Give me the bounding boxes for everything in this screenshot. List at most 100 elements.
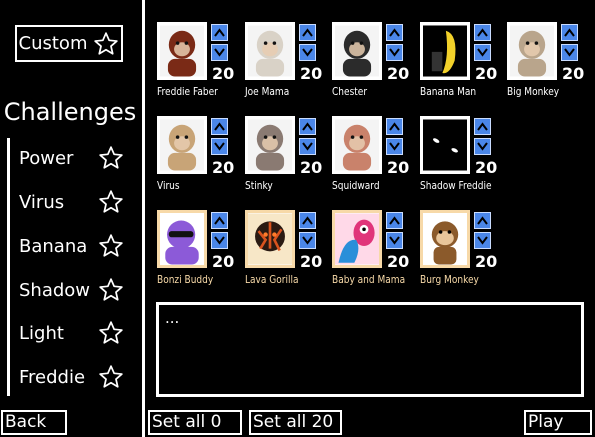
set-all-0-button[interactable]: Set all 0 bbox=[148, 410, 242, 435]
character-name: Virus bbox=[157, 179, 180, 192]
character-tile[interactable]: 20 Bonzi Buddy bbox=[157, 210, 247, 300]
character-tile[interactable]: 20 Squidward bbox=[332, 116, 422, 206]
character-name: Burg Monkey bbox=[420, 273, 479, 286]
level-down-arrow-icon[interactable] bbox=[211, 232, 228, 249]
character-name: Stinky bbox=[245, 179, 273, 192]
character-tile[interactable]: 20 Burg Monkey bbox=[420, 210, 510, 300]
level-up-arrow-icon[interactable] bbox=[386, 118, 403, 135]
ai-level: 20 bbox=[387, 158, 410, 177]
star-icon bbox=[93, 31, 119, 57]
ai-level: 20 bbox=[212, 64, 235, 83]
character-tile[interactable]: 20 Baby and Mama bbox=[332, 210, 422, 300]
ai-level: 20 bbox=[475, 64, 498, 83]
character-name: Big Monkey bbox=[507, 85, 560, 98]
banana-costume-portrait-icon[interactable] bbox=[420, 22, 470, 80]
back-button[interactable]: Back bbox=[1, 410, 67, 435]
ai-level: 20 bbox=[387, 252, 410, 271]
chimp-suit-portrait-icon[interactable] bbox=[332, 22, 382, 80]
challenge-banana[interactable]: Banana bbox=[19, 231, 124, 261]
level-up-arrow-icon[interactable] bbox=[211, 24, 228, 41]
macaque-portrait-icon[interactable] bbox=[507, 22, 557, 80]
ai-level: 20 bbox=[300, 252, 323, 271]
character-tile[interactable]: 20 Stinky bbox=[245, 116, 335, 206]
star-icon[interactable] bbox=[98, 364, 124, 390]
challenge-label: Freddie bbox=[19, 366, 86, 388]
description-box: ... bbox=[156, 302, 584, 397]
character-tile[interactable]: 20 Chester bbox=[332, 22, 422, 112]
level-down-arrow-icon[interactable] bbox=[561, 44, 578, 61]
character-name: Baby and Mama bbox=[332, 273, 406, 286]
level-down-arrow-icon[interactable] bbox=[299, 232, 316, 249]
challenge-shadow[interactable]: Shadow bbox=[19, 275, 124, 305]
level-up-arrow-icon[interactable] bbox=[561, 24, 578, 41]
character-tile[interactable]: 20 Virus bbox=[157, 116, 247, 206]
ape-face-portrait-icon[interactable] bbox=[245, 116, 295, 174]
character-tile[interactable]: 20 Joe Mama bbox=[245, 22, 335, 112]
level-down-arrow-icon[interactable] bbox=[474, 44, 491, 61]
level-down-arrow-icon[interactable] bbox=[211, 138, 228, 155]
level-up-arrow-icon[interactable] bbox=[386, 24, 403, 41]
ai-level: 20 bbox=[300, 158, 323, 177]
level-down-arrow-icon[interactable] bbox=[386, 44, 403, 61]
challenges-divider bbox=[7, 138, 10, 396]
proboscis-monkey-portrait-icon[interactable] bbox=[332, 116, 382, 174]
set-all-20-button[interactable]: Set all 20 bbox=[249, 410, 342, 435]
character-tile[interactable]: 20 Big Monkey bbox=[507, 22, 595, 112]
challenge-freddie[interactable]: Freddie bbox=[19, 362, 124, 392]
purple-gorilla-portrait-icon[interactable] bbox=[157, 210, 207, 268]
star-icon[interactable] bbox=[98, 233, 124, 259]
level-up-arrow-icon[interactable] bbox=[211, 212, 228, 229]
character-name: Joe Mama bbox=[245, 85, 290, 98]
mandrill-portrait-icon[interactable] bbox=[245, 22, 295, 80]
level-up-arrow-icon[interactable] bbox=[299, 212, 316, 229]
ai-level: 20 bbox=[387, 64, 410, 83]
level-down-arrow-icon[interactable] bbox=[211, 44, 228, 61]
ai-level: 20 bbox=[475, 252, 498, 271]
ai-level: 20 bbox=[212, 252, 235, 271]
star-icon[interactable] bbox=[98, 277, 124, 303]
macaque-sitting-portrait-icon[interactable] bbox=[157, 116, 207, 174]
level-up-arrow-icon[interactable] bbox=[299, 24, 316, 41]
challenge-label: Power bbox=[19, 147, 74, 169]
cartoon-monkey-portrait-icon[interactable] bbox=[420, 210, 470, 268]
character-name: Squidward bbox=[332, 179, 380, 192]
play-button[interactable]: Play bbox=[524, 410, 592, 435]
level-down-arrow-icon[interactable] bbox=[386, 138, 403, 155]
ai-level: 20 bbox=[212, 158, 235, 177]
character-name: Banana Man bbox=[420, 85, 477, 98]
lava-gorilla-portrait-icon[interactable] bbox=[245, 210, 295, 268]
character-tile[interactable]: 20 Banana Man bbox=[420, 22, 510, 112]
star-icon[interactable] bbox=[98, 320, 124, 346]
character-name: Bonzi Buddy bbox=[157, 273, 214, 286]
challenge-virus[interactable]: Virus bbox=[19, 187, 124, 217]
challenges-title: Challenges bbox=[3, 98, 137, 126]
challenge-light[interactable]: Light bbox=[19, 318, 124, 348]
shadow-eyes-portrait-icon[interactable] bbox=[420, 116, 470, 174]
star-icon[interactable] bbox=[98, 189, 124, 215]
level-down-arrow-icon[interactable] bbox=[474, 138, 491, 155]
level-up-arrow-icon[interactable] bbox=[299, 118, 316, 135]
challenge-power[interactable]: Power bbox=[19, 143, 124, 173]
monkey-plush-portrait-icon[interactable] bbox=[157, 22, 207, 80]
custom-button[interactable]: Custom bbox=[15, 25, 123, 62]
character-name: Shadow Freddie bbox=[420, 179, 492, 192]
level-up-arrow-icon[interactable] bbox=[386, 212, 403, 229]
level-up-arrow-icon[interactable] bbox=[474, 24, 491, 41]
character-tile[interactable]: 20 Shadow Freddie bbox=[420, 116, 510, 206]
character-tile[interactable]: 20 Freddie Faber bbox=[157, 22, 247, 112]
blue-pink-creatures-portrait-icon[interactable] bbox=[332, 210, 382, 268]
character-name: Freddie Faber bbox=[157, 85, 218, 98]
level-down-arrow-icon[interactable] bbox=[474, 232, 491, 249]
level-up-arrow-icon[interactable] bbox=[474, 118, 491, 135]
character-name: Chester bbox=[332, 85, 368, 98]
ai-level: 20 bbox=[475, 158, 498, 177]
level-up-arrow-icon[interactable] bbox=[474, 212, 491, 229]
challenge-label: Banana bbox=[19, 235, 88, 257]
ai-level: 20 bbox=[300, 64, 323, 83]
level-down-arrow-icon[interactable] bbox=[299, 138, 316, 155]
star-icon[interactable] bbox=[98, 145, 124, 171]
character-tile[interactable]: 20 Lava Gorilla bbox=[245, 210, 335, 300]
level-down-arrow-icon[interactable] bbox=[299, 44, 316, 61]
level-down-arrow-icon[interactable] bbox=[386, 232, 403, 249]
level-up-arrow-icon[interactable] bbox=[211, 118, 228, 135]
